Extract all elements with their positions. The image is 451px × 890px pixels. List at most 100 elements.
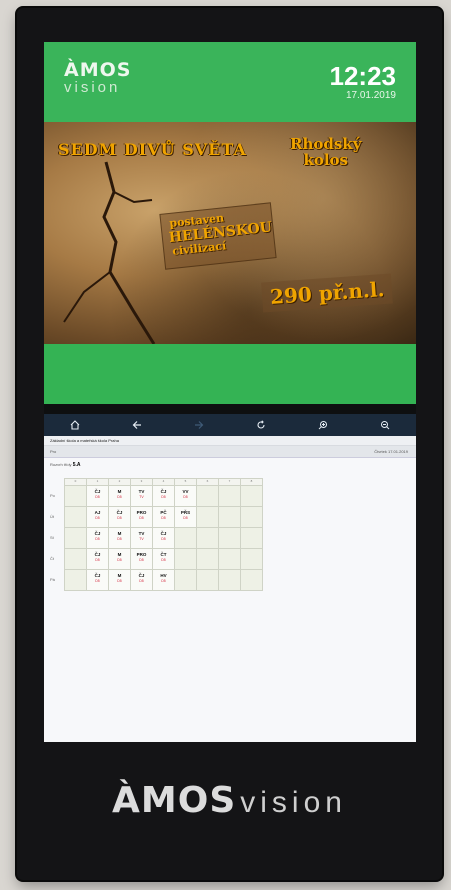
bezel-logo: ÀMOS vision xyxy=(17,780,442,821)
lesson-room: D5 xyxy=(117,495,122,499)
lesson-cell[interactable]: TV TV xyxy=(130,485,153,507)
lesson-cell xyxy=(64,485,87,507)
day-label: Út xyxy=(50,506,65,528)
period-header: 8 xyxy=(240,478,263,486)
lesson-cell xyxy=(218,485,241,507)
period-header: 5 xyxy=(174,478,197,486)
lesson-cell xyxy=(196,506,219,528)
period-header: 2 xyxy=(108,478,131,486)
lesson-room: D5 xyxy=(139,579,144,583)
lesson-room: D5 xyxy=(95,537,100,541)
day-label: Čt xyxy=(50,548,65,570)
forward-arrow-icon[interactable] xyxy=(184,414,214,436)
subbar-left-label[interactable]: Pro xyxy=(50,446,56,458)
lesson-cell[interactable]: M D5 xyxy=(108,527,131,549)
header-corner xyxy=(50,478,65,486)
lesson-cell xyxy=(240,569,263,591)
clock-date: 17.01.2019 xyxy=(345,90,396,101)
lesson-cell xyxy=(64,569,87,591)
period-header: 3 xyxy=(130,478,153,486)
clock-time: 12:23 xyxy=(329,61,397,91)
lesson-cell xyxy=(218,506,241,528)
lesson-cell[interactable]: VV D5 xyxy=(174,485,197,507)
lesson-cell[interactable]: ČJ D5 xyxy=(86,485,109,507)
lesson-cell[interactable]: M D5 xyxy=(108,569,131,591)
lesson-room: D5 xyxy=(117,579,122,583)
timetable-grid: 0 1 2 3 4 5 6 7 8 Po ČJ D5 M D5 TV TV ČJ D5 VV D5 Út AJ D5 ČJ D5… xyxy=(50,478,263,591)
logo-suffix: vision xyxy=(64,79,121,96)
lesson-cell[interactable]: PRO D5 xyxy=(130,548,153,570)
lesson-cell[interactable]: PRO D5 xyxy=(130,506,153,528)
table-row: Pá ČJ D5 M D5 ČJ D5 HV D5 xyxy=(50,569,263,591)
timetable-table: 0 1 2 3 4 5 6 7 8 Po ČJ D5 M D5 TV TV ČJ D5 VV D5 Út AJ D5 ČJ D5… xyxy=(50,478,263,591)
table-row: Út AJ D5 ČJ D5 PRO D5 PČ D5 PŘS D5 xyxy=(50,506,263,528)
lesson-cell xyxy=(174,569,197,591)
amos-vision-logo: ÀMOS vision xyxy=(64,60,131,96)
lesson-cell[interactable]: M D5 xyxy=(108,548,131,570)
lesson-cell xyxy=(64,506,87,528)
lesson-room: D5 xyxy=(183,495,188,499)
lesson-room: D5 xyxy=(161,516,166,520)
lesson-cell xyxy=(218,548,241,570)
period-header: 1 xyxy=(86,478,109,486)
back-arrow-icon[interactable] xyxy=(122,414,152,436)
timetable-header-row: 012345678 xyxy=(50,478,263,486)
lesson-cell xyxy=(196,569,219,591)
lesson-cell[interactable]: ČJ D5 xyxy=(152,527,175,549)
lesson-cell[interactable]: PČ D5 xyxy=(152,506,175,528)
lesson-cell xyxy=(196,548,219,570)
lesson-room: D5 xyxy=(95,516,100,520)
poster-info-box: postaven HELÉNSKOU civilizací xyxy=(159,202,277,270)
poster-subtitle-line-1: Rhodský xyxy=(290,135,362,153)
lesson-cell[interactable]: ČJ D5 xyxy=(108,506,131,528)
lesson-cell[interactable]: PŘS D5 xyxy=(174,506,197,528)
lesson-cell xyxy=(174,548,197,570)
lesson-room: D5 xyxy=(183,516,188,520)
lesson-cell xyxy=(240,485,263,507)
lesson-room: D5 xyxy=(117,558,122,562)
table-row: Po ČJ D5 M D5 TV TV ČJ D5 VV D5 xyxy=(50,485,263,507)
zoom-out-icon[interactable] xyxy=(370,414,400,436)
poster-subtitle-line-2: kolos xyxy=(303,151,348,169)
lesson-cell xyxy=(196,485,219,507)
lesson-room: D5 xyxy=(161,495,166,499)
period-header: 7 xyxy=(218,478,241,486)
table-row: Čt ČJ D5 M D5 PRO D5 ČT D5 xyxy=(50,548,263,570)
poster-title: SEDM DIVŮ SVĚTA xyxy=(58,140,247,159)
home-icon[interactable] xyxy=(60,414,90,436)
period-header: 6 xyxy=(196,478,219,486)
zoom-in-icon[interactable] xyxy=(308,414,338,436)
banner-divider xyxy=(44,404,416,414)
lesson-cell[interactable]: AJ D5 xyxy=(86,506,109,528)
lesson-cell xyxy=(240,548,263,570)
timetable-page: Základní škola a mateřská škola Praha Pr… xyxy=(44,436,416,742)
lesson-cell xyxy=(218,569,241,591)
clock: 12:23 17.01.2019 xyxy=(330,62,397,102)
lesson-cell[interactable]: ČJ D5 xyxy=(86,548,109,570)
lesson-cell[interactable]: ČJ D5 xyxy=(86,527,109,549)
lesson-cell[interactable]: ČJ D5 xyxy=(86,569,109,591)
lesson-room: D5 xyxy=(95,579,100,583)
table-row: St ČJ D5 M D5 TV TV ČJ D5 xyxy=(50,527,263,549)
lesson-cell xyxy=(174,527,197,549)
lesson-cell[interactable]: M D5 xyxy=(108,485,131,507)
lesson-cell[interactable]: TV TV xyxy=(130,527,153,549)
period-header: 0 xyxy=(64,478,87,486)
screen: ÀMOS vision 12:23 17.01.2019 SEDM DIVŮ S… xyxy=(44,42,416,742)
lesson-room: D5 xyxy=(161,579,166,583)
bezel-brand: ÀMOS xyxy=(112,780,237,821)
page-title: Základní škola a mateřská škola Praha xyxy=(44,436,416,446)
logo-brand: ÀMOS xyxy=(64,59,132,81)
reload-icon[interactable] xyxy=(246,414,276,436)
lesson-cell[interactable]: ČJ D5 xyxy=(130,569,153,591)
lesson-cell[interactable]: HV D5 xyxy=(152,569,175,591)
lesson-cell xyxy=(218,527,241,549)
lesson-cell[interactable]: ČJ D5 xyxy=(152,485,175,507)
browser-toolbar xyxy=(44,414,416,436)
lesson-room: D5 xyxy=(139,516,144,520)
lesson-cell xyxy=(240,527,263,549)
subbar-date: Čtvrtek 17.01.2019 xyxy=(374,449,408,454)
lesson-cell[interactable]: ČT D5 xyxy=(152,548,175,570)
green-banner xyxy=(44,344,416,404)
class-label: Rozvrh třídy xyxy=(50,462,72,467)
